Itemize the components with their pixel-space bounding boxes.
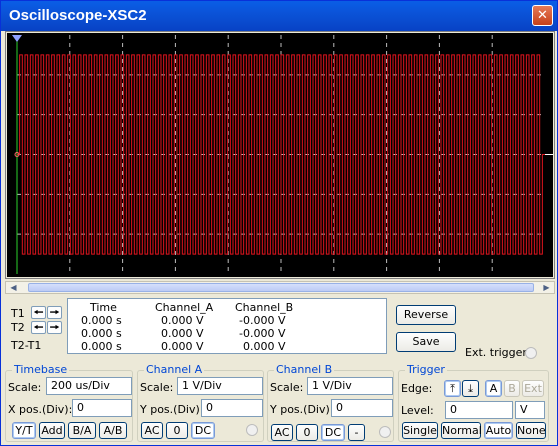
- timebase-scale-input[interactable]: 200 us/Div: [46, 377, 132, 395]
- reverse-button[interactable]: Reverse: [396, 305, 456, 325]
- oscilloscope-window: Oscilloscope-XSC2 ✕ ◀ ▶ T1 🠔 🠖 T2 🠔 🠖 T2…: [0, 0, 558, 446]
- cursor-t1-marker-icon: [12, 35, 22, 42]
- channel-b-group: Channel B Scale: 1 V/Div Y pos.(Div): 0 …: [267, 363, 394, 442]
- channel-b-title: Channel B: [274, 363, 335, 376]
- ext-trigger-label: Ext. trigger: [465, 346, 527, 359]
- channel-a-dc-button[interactable]: DC: [191, 422, 215, 439]
- trigger-none-button[interactable]: None: [516, 422, 546, 439]
- timebase-xpos-input[interactable]: 0: [72, 399, 132, 417]
- cursor-controls: T1 🠔 🠖 T2 🠔 🠖 T2-T1: [9, 299, 67, 354]
- trigger-level-label: Level:: [401, 404, 434, 417]
- scroll-thumb[interactable]: [28, 283, 534, 292]
- scope-screen-frame: [5, 31, 555, 279]
- trigger-title: Trigger: [405, 363, 447, 376]
- t1-right-arrow-icon[interactable]: 🠖: [47, 306, 62, 319]
- timebase-scale-label: Scale:: [8, 381, 42, 394]
- t2-right-arrow-icon[interactable]: 🠖: [47, 321, 62, 334]
- trigger-source-b-button[interactable]: B: [504, 380, 520, 397]
- timebase-xpos-label: X pos.(Div):: [8, 403, 73, 416]
- readout-header-channel-a: Channel_A: [155, 301, 214, 314]
- channel-b-ac-button[interactable]: AC: [271, 424, 293, 441]
- channel-b-terminal[interactable]: [379, 426, 391, 438]
- waveform-display: [12, 35, 553, 274]
- t1-left-arrow-icon[interactable]: 🠔: [31, 306, 46, 319]
- readout-t1-channel-a: 0.000 V: [161, 314, 204, 327]
- t2-t1-label: T2-T1: [11, 339, 42, 352]
- horizontal-scrollbar[interactable]: ◀ ▶: [5, 281, 555, 294]
- mode-ab-button[interactable]: A/B: [99, 422, 127, 439]
- readout-diff-channel-b: 0.000 V: [243, 340, 286, 353]
- t2-left-arrow-icon[interactable]: 🠔: [31, 321, 46, 334]
- ext-trigger-terminal[interactable]: [525, 347, 537, 359]
- timebase-group: Timebase Scale: 200 us/Div X pos.(Div): …: [5, 363, 133, 442]
- trigger-level-input[interactable]: 0: [445, 401, 513, 419]
- channel-b-scale-input[interactable]: 1 V/Div: [307, 377, 393, 395]
- channel-b-ypos-label: Y pos.(Div):: [270, 403, 334, 416]
- channel-a-group: Channel A Scale: 1 V/Div Y pos.(Div): 0 …: [137, 363, 264, 442]
- t1-label: T1: [11, 307, 25, 320]
- channel-a-zero-button[interactable]: 0: [166, 422, 188, 439]
- readout-t2-time: 0.000 s: [81, 327, 122, 340]
- channel-a-ac-button[interactable]: AC: [141, 422, 163, 439]
- channel-a-scale-label: Scale:: [140, 381, 174, 394]
- mode-add-button[interactable]: Add: [39, 422, 65, 439]
- window-title: Oscilloscope-XSC2: [9, 7, 147, 24]
- rising-edge-icon[interactable]: ⤒: [444, 380, 461, 397]
- channel-a-scale-input[interactable]: 1 V/Div: [177, 377, 263, 395]
- readout-t1-channel-b: -0.000 V: [239, 314, 286, 327]
- cursor-readout-table: Time Channel_A Channel_B 0.000 s 0.000 V…: [67, 298, 387, 354]
- readout-diff-time: 0.000 s: [81, 340, 122, 353]
- readout-header-channel-b: Channel_B: [235, 301, 294, 314]
- trigger-normal-button[interactable]: Normal: [441, 422, 482, 439]
- trigger-source-a-button[interactable]: A: [485, 380, 502, 397]
- mode-ba-button[interactable]: B/A: [68, 422, 96, 439]
- readout-t2-channel-a: 0.000 V: [161, 327, 204, 340]
- channel-b-invert-button[interactable]: -: [348, 424, 365, 441]
- trigger-edge-label: Edge:: [401, 382, 433, 395]
- scroll-right-icon[interactable]: ▶: [540, 282, 553, 293]
- scroll-left-icon[interactable]: ◀: [7, 282, 20, 293]
- channel-b-dc-button[interactable]: DC: [321, 424, 345, 441]
- channel-a-ypos-label: Y pos.(Div):: [140, 403, 204, 416]
- channel-a-ypos-input[interactable]: 0: [201, 399, 263, 417]
- channel-b-zero-button[interactable]: 0: [296, 424, 318, 441]
- readout-t2-channel-b: -0.000 V: [239, 327, 286, 340]
- channel-a-terminal[interactable]: [246, 424, 258, 436]
- readout-diff-channel-a: 0.000 V: [161, 340, 204, 353]
- channel-b-ypos-input[interactable]: 0: [331, 399, 393, 417]
- close-button[interactable]: ✕: [532, 5, 553, 26]
- readout-header-time: Time: [90, 301, 117, 314]
- trigger-single-button[interactable]: Single: [402, 422, 438, 439]
- scope-screen[interactable]: [7, 33, 553, 277]
- title-bar[interactable]: Oscilloscope-XSC2 ✕: [1, 1, 557, 31]
- save-button[interactable]: Save: [396, 332, 456, 352]
- timebase-title: Timebase: [12, 363, 70, 376]
- t2-label: T2: [11, 321, 25, 334]
- mode-yt-button[interactable]: Y/T: [12, 422, 36, 439]
- channel-b-scale-label: Scale:: [270, 381, 304, 394]
- trigger-level-unit[interactable]: V: [515, 401, 545, 419]
- channel-a-title: Channel A: [144, 363, 205, 376]
- trigger-auto-button[interactable]: Auto: [484, 422, 513, 439]
- trigger-source-ext-button[interactable]: Ext: [522, 380, 544, 397]
- trigger-group: Trigger Edge: ⤒ ⤓ A B Ext Level: 0 V Sin…: [398, 363, 549, 442]
- falling-edge-icon[interactable]: ⤓: [462, 380, 479, 397]
- readout-t1-time: 0.000 s: [81, 314, 122, 327]
